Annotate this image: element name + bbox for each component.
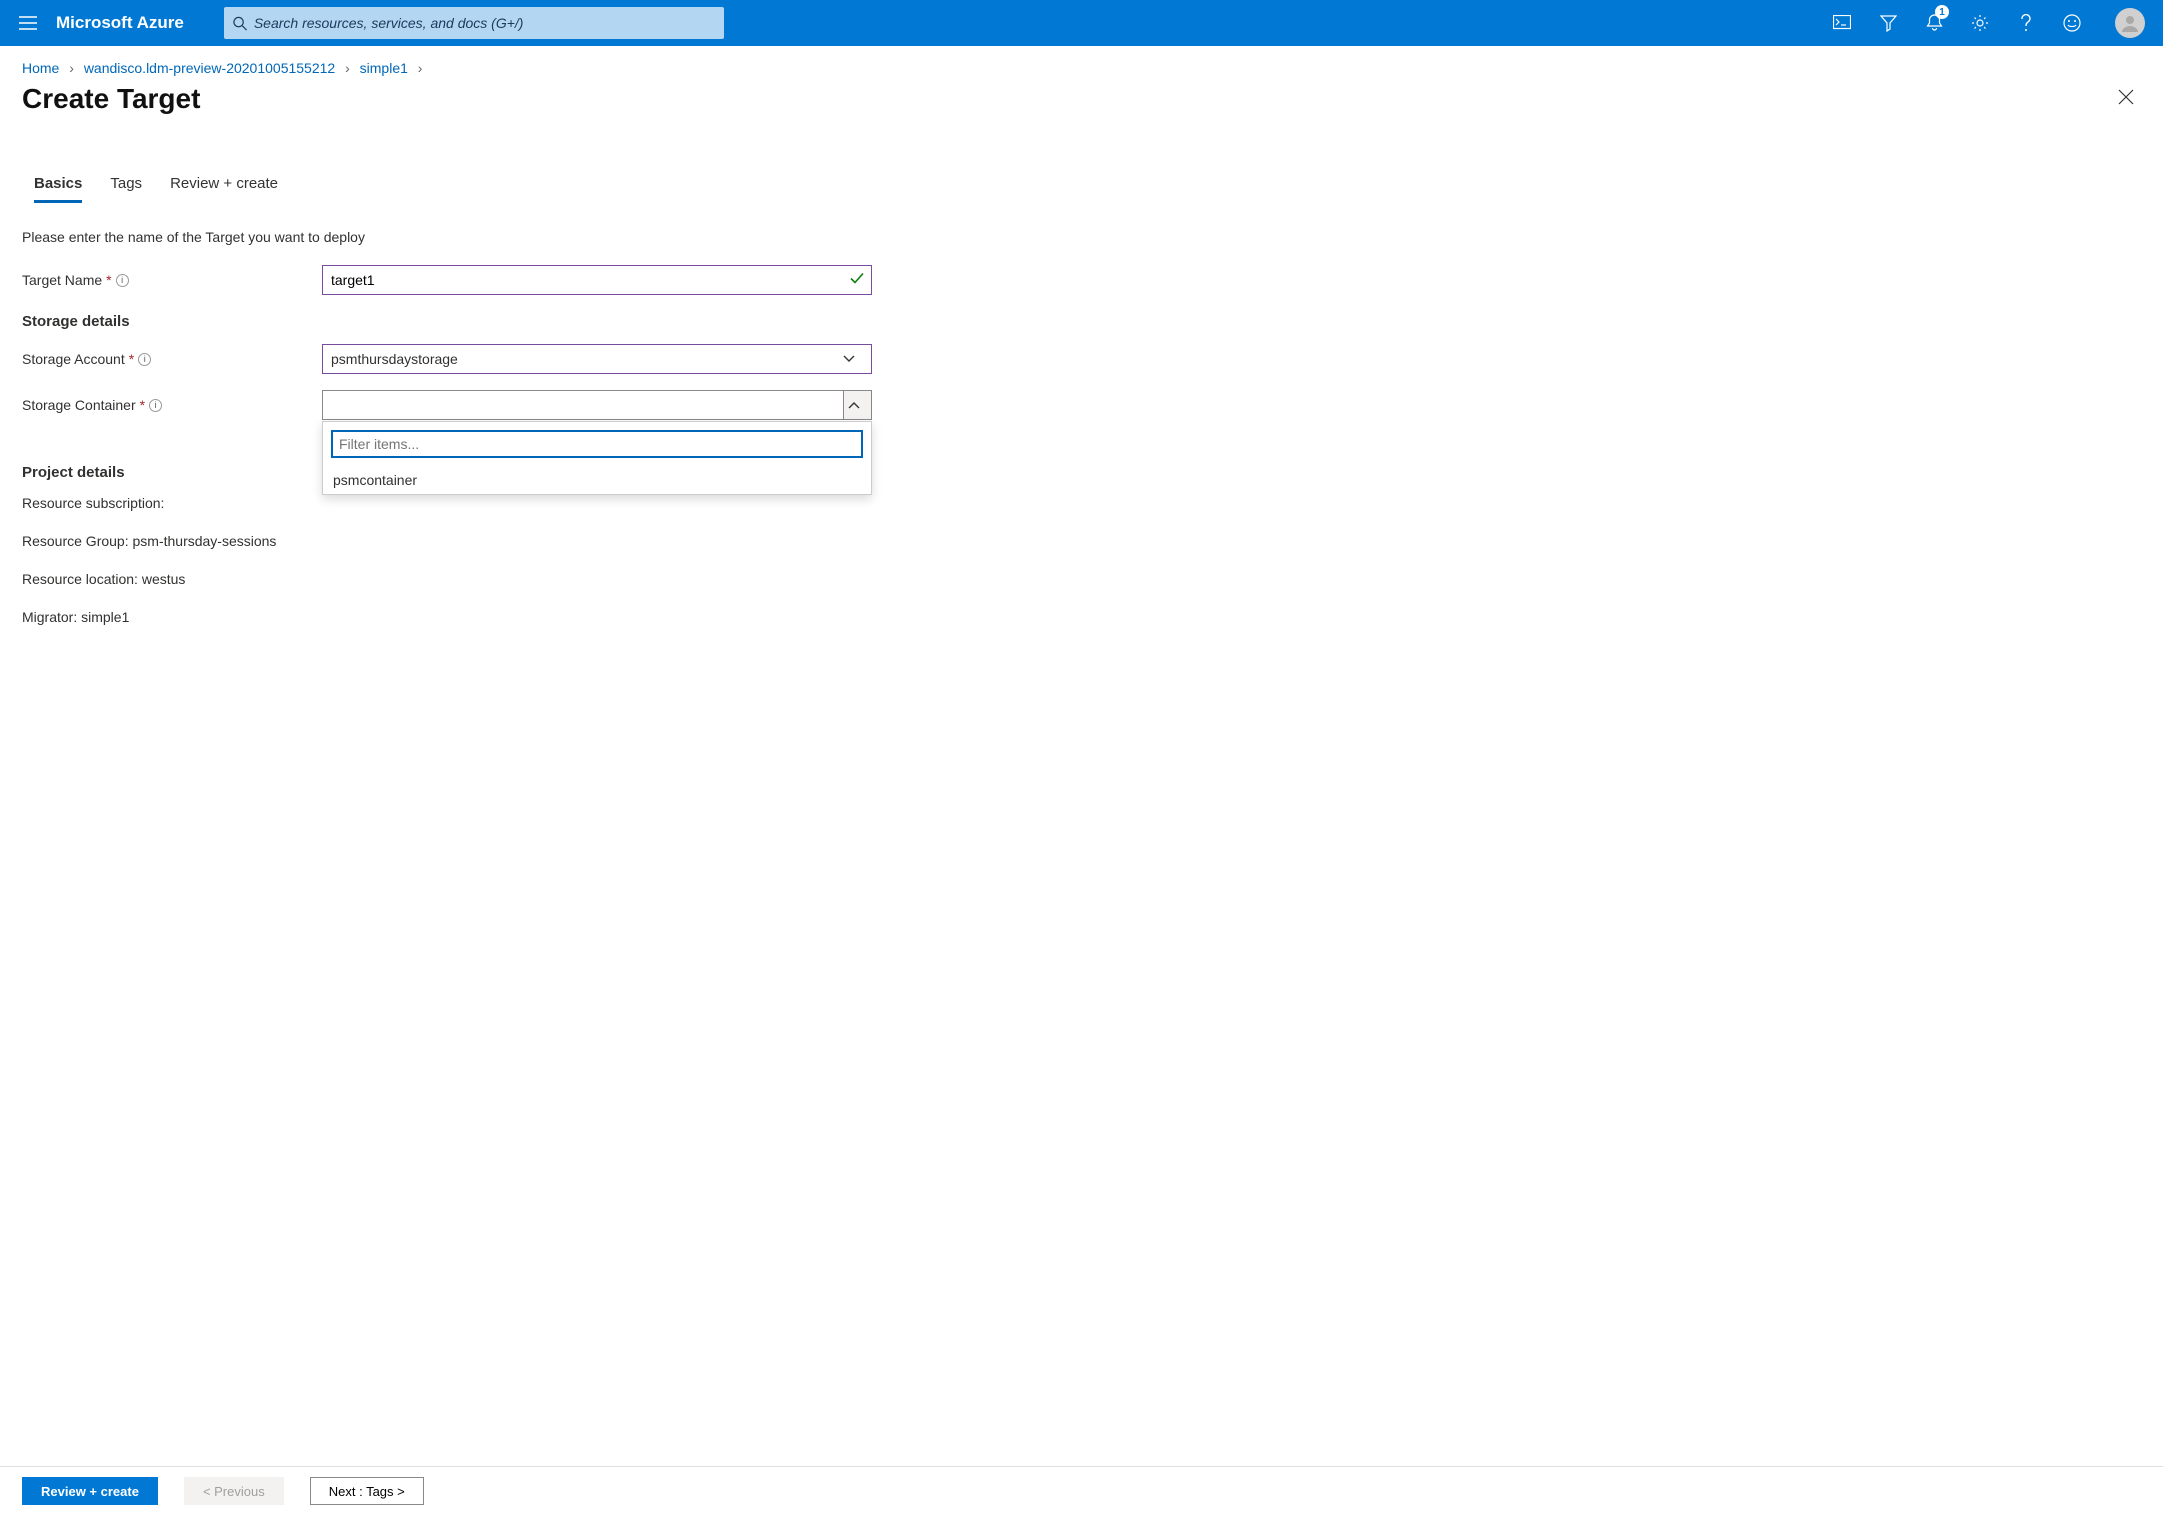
instruction-text: Please enter the name of the Target you … [22,229,878,245]
feedback-smiley-icon[interactable] [2049,0,2095,46]
next-button[interactable]: Next : Tags > [310,1477,424,1505]
global-search-input[interactable] [254,15,716,31]
breadcrumb: Home › wandisco.ldm-preview-202010051552… [0,46,2163,76]
storage-container-dropdown: psmcontainer [322,421,872,495]
storage-account-label: Storage Account [22,351,125,367]
wizard-footer: Review + create < Previous Next : Tags > [0,1466,2163,1515]
brand-label[interactable]: Microsoft Azure [56,13,184,33]
tab-bar: Basics Tags Review + create [0,175,2163,203]
global-header: Microsoft Azure 1 [0,0,2163,46]
info-icon[interactable]: i [149,399,162,412]
chevron-up-icon [848,401,860,409]
account-avatar[interactable] [2115,8,2145,38]
storage-account-value: psmthursdaystorage [331,351,458,367]
info-icon[interactable]: i [138,353,151,366]
migrator-line: Migrator: simple1 [22,609,878,625]
menu-toggle-icon[interactable] [8,16,48,30]
directory-filter-icon[interactable] [1865,0,1911,46]
tab-tags[interactable]: Tags [110,175,142,203]
resource-group-line: Resource Group: psm-thursday-sessions [22,533,878,549]
notifications-icon[interactable]: 1 [1911,0,1957,46]
previous-button: < Previous [184,1477,284,1505]
close-icon[interactable] [2111,82,2141,115]
breadcrumb-sep: › [418,60,423,76]
breadcrumb-sep: › [345,60,350,76]
global-search[interactable] [224,7,724,39]
required-asterisk: * [140,397,145,413]
cloud-shell-icon[interactable] [1819,0,1865,46]
target-name-label: Target Name [22,272,102,288]
check-icon [850,273,864,288]
resource-subscription-line: Resource subscription: [22,495,878,511]
resource-location-line: Resource location: westus [22,571,878,587]
storage-section-header: Storage details [22,313,878,330]
storage-account-select[interactable]: psmthursdaystorage [322,344,872,374]
breadcrumb-item[interactable]: wandisco.ldm-preview-20201005155212 [84,60,335,76]
breadcrumb-item[interactable]: simple1 [360,60,408,76]
target-name-input[interactable] [322,265,872,295]
page-title: Create Target [22,83,200,115]
settings-gear-icon[interactable] [1957,0,2003,46]
breadcrumb-sep: › [69,60,74,76]
breadcrumb-item[interactable]: Home [22,60,59,76]
review-create-button[interactable]: Review + create [22,1477,158,1505]
storage-container-label: Storage Container [22,397,136,413]
storage-container-select[interactable] [322,390,872,420]
required-asterisk: * [106,272,111,288]
search-icon [232,16,248,31]
notification-badge: 1 [1935,5,1949,19]
dropdown-filter-input[interactable] [331,430,863,458]
required-asterisk: * [129,351,134,367]
tab-review-create[interactable]: Review + create [170,175,278,203]
tab-basics[interactable]: Basics [34,175,82,203]
info-icon[interactable]: i [116,274,129,287]
dropdown-option[interactable]: psmcontainer [323,466,871,494]
help-icon[interactable] [2003,0,2049,46]
chevron-down-icon [843,355,855,363]
